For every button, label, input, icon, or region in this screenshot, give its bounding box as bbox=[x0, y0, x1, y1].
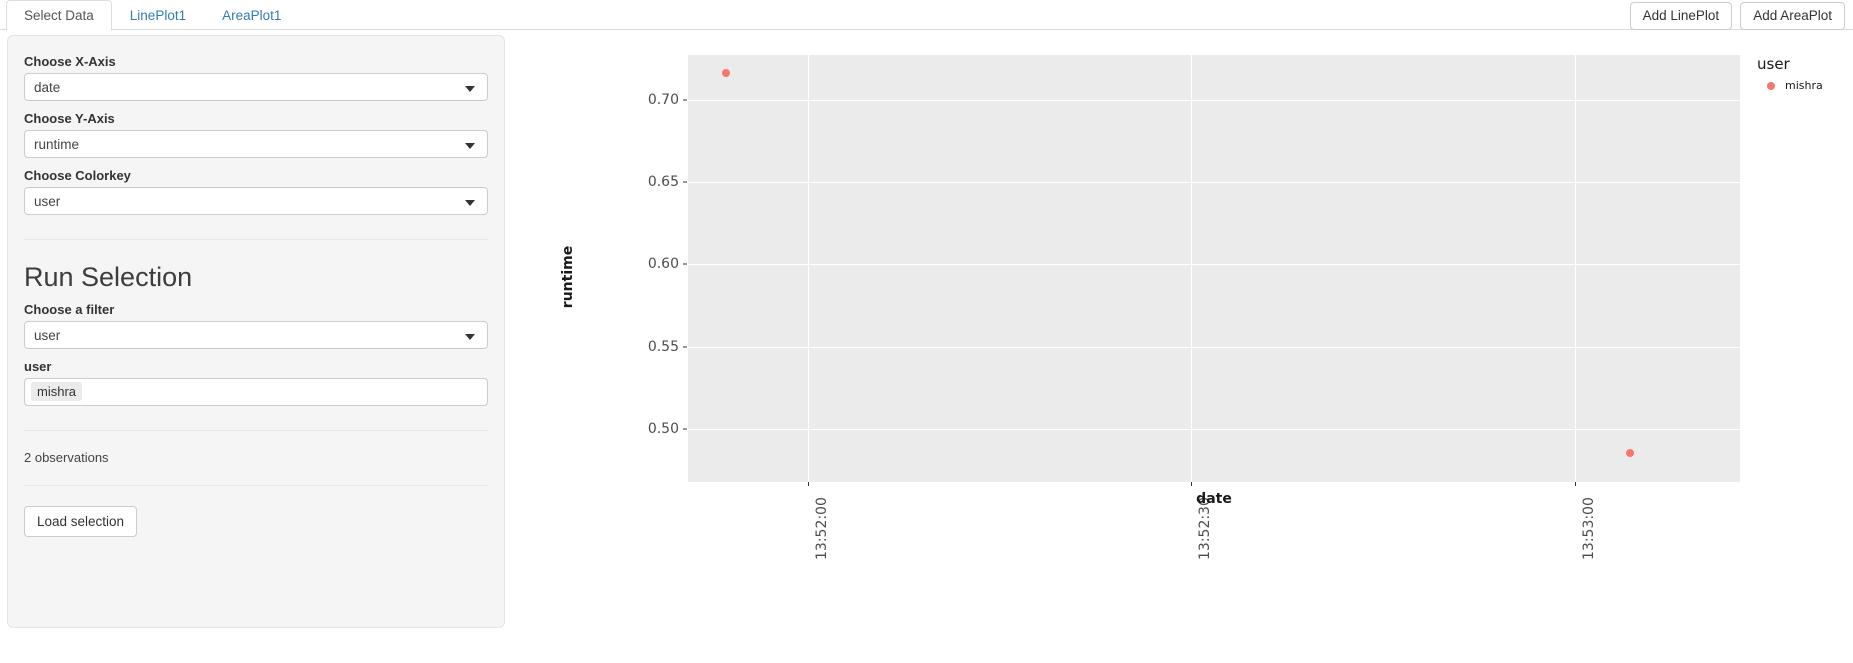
filter-label: Choose a filter bbox=[24, 302, 115, 317]
x-axis-value: date bbox=[34, 80, 61, 95]
chevron-down-icon bbox=[465, 143, 475, 149]
y-axis-value: runtime bbox=[34, 137, 80, 152]
y-tick-label: 0.70 bbox=[647, 91, 679, 108]
plot-panel bbox=[688, 55, 1740, 482]
chevron-down-icon bbox=[465, 86, 475, 92]
chevron-down-icon bbox=[465, 200, 475, 206]
filter-value: user bbox=[34, 328, 61, 343]
gridline-horizontal bbox=[688, 346, 1740, 348]
sidebar-panel: Choose X-Axis date Choose Y-Axis runtime… bbox=[7, 35, 505, 628]
gridline-horizontal bbox=[688, 99, 1740, 101]
y-tick-label: 0.50 bbox=[647, 421, 679, 438]
add-areaplot-button[interactable]: Add AreaPlot bbox=[1740, 2, 1845, 30]
tab-areaplot1[interactable]: AreaPlot1 bbox=[204, 0, 299, 30]
tab-bar: Select Data LinePlot1 AreaPlot1 bbox=[6, 0, 299, 31]
y-tick-mark bbox=[683, 99, 687, 100]
y-axis-select[interactable]: runtime bbox=[24, 130, 488, 158]
legend-title: user bbox=[1757, 55, 1790, 73]
tab-lineplot1[interactable]: LinePlot1 bbox=[112, 0, 204, 30]
top-navbar: Select Data LinePlot1 AreaPlot1 Add Line… bbox=[0, 0, 1853, 31]
tab-select-data[interactable]: Select Data bbox=[6, 0, 112, 31]
y-tick-mark bbox=[683, 181, 687, 183]
load-section: Load selection bbox=[24, 485, 488, 537]
gridline-horizontal bbox=[688, 429, 1740, 431]
gridline-horizontal bbox=[688, 181, 1740, 183]
observations-section: 2 observations bbox=[24, 430, 488, 465]
colorkey-value: user bbox=[34, 194, 61, 209]
data-point bbox=[722, 69, 731, 78]
y-tick-mark bbox=[683, 428, 687, 430]
navbar-actions: Add LinePlot Add AreaPlot bbox=[1629, 2, 1845, 30]
gridline-vertical bbox=[1190, 55, 1192, 482]
y-tick-mark bbox=[683, 346, 687, 348]
y-axis-title: runtime bbox=[560, 245, 577, 309]
user-token[interactable]: mishra bbox=[31, 382, 83, 401]
x-tick-mark bbox=[1574, 482, 1576, 486]
legend-label: mishra bbox=[1785, 79, 1823, 92]
gridline-vertical bbox=[807, 55, 809, 482]
user-field-label: user bbox=[24, 359, 52, 374]
y-tick-label: 0.65 bbox=[647, 173, 679, 190]
y-tick-mark bbox=[683, 263, 687, 265]
observations-count: 2 observations bbox=[24, 450, 109, 465]
run-selection-title: Run Selection bbox=[24, 239, 488, 292]
legend-key-icon bbox=[1767, 81, 1775, 90]
x-tick-mark bbox=[1190, 482, 1192, 486]
legend-item: mishra bbox=[1757, 79, 1853, 92]
filter-select[interactable]: user bbox=[24, 321, 488, 349]
colorkey-select[interactable]: user bbox=[24, 187, 488, 215]
legend-entries: mishra bbox=[1757, 79, 1853, 92]
data-point bbox=[1625, 449, 1634, 458]
add-lineplot-button[interactable]: Add LinePlot bbox=[1629, 2, 1733, 30]
y-tick-label: 0.60 bbox=[647, 256, 679, 273]
x-tick-mark bbox=[807, 482, 809, 486]
user-token-input[interactable]: mishra bbox=[24, 378, 488, 406]
x-axis-title: date bbox=[1196, 491, 1232, 507]
x-axis-select[interactable]: date bbox=[24, 73, 488, 101]
gridline-vertical bbox=[1574, 55, 1576, 482]
legend: user mishra bbox=[1757, 55, 1853, 92]
gridline-horizontal bbox=[688, 264, 1740, 266]
colorkey-label: Choose Colorkey bbox=[24, 168, 131, 183]
load-selection-button[interactable]: Load selection bbox=[24, 506, 138, 537]
chevron-down-icon bbox=[465, 334, 475, 340]
plot-area: runtime 0.50 0.55 0.60 0.65 0.70 13:52:00 13:… bbox=[512, 35, 1847, 655]
y-axis-label: Choose Y-Axis bbox=[24, 111, 115, 126]
x-axis-label: Choose X-Axis bbox=[24, 54, 116, 69]
y-tick-label: 0.55 bbox=[647, 338, 679, 355]
